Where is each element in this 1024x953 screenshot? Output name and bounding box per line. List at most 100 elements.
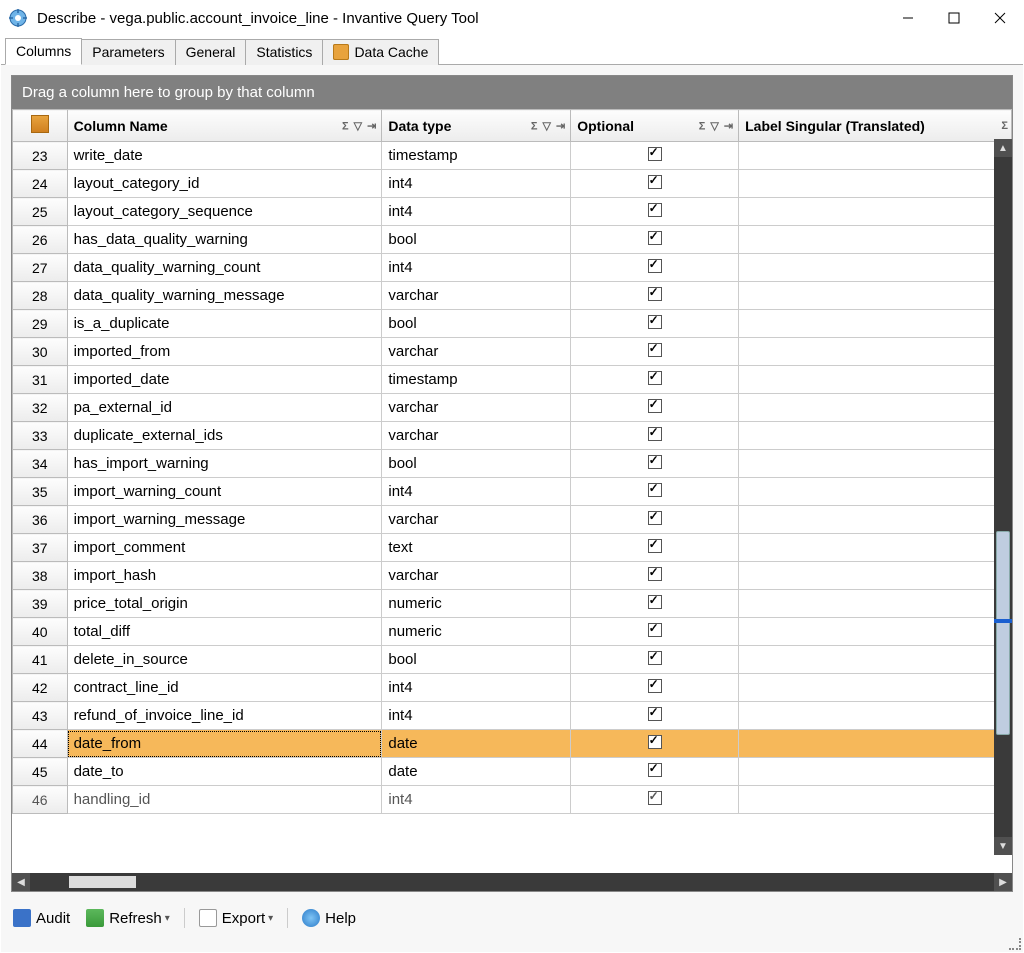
table-row[interactable]: 28data_quality_warning_messagevarchar xyxy=(13,282,1012,310)
cell-label-singular[interactable] xyxy=(739,730,1012,758)
cell-optional[interactable] xyxy=(571,674,739,702)
cell-label-singular[interactable] xyxy=(739,758,1012,786)
row-number[interactable]: 44 xyxy=(13,730,68,758)
row-number[interactable]: 45 xyxy=(13,758,68,786)
cell-data-type[interactable]: varchar xyxy=(382,422,571,450)
audit-button[interactable]: Audit xyxy=(7,907,76,929)
scroll-track[interactable] xyxy=(994,157,1012,837)
row-number[interactable]: 24 xyxy=(13,170,68,198)
cell-column-name[interactable]: layout_category_sequence xyxy=(67,198,382,226)
cell-data-type[interactable]: varchar xyxy=(382,394,571,422)
cell-label-singular[interactable] xyxy=(739,702,1012,730)
row-number[interactable]: 36 xyxy=(13,506,68,534)
help-button[interactable]: Help xyxy=(296,907,362,929)
cell-label-singular[interactable] xyxy=(739,590,1012,618)
optional-checkbox[interactable] xyxy=(648,343,662,357)
cell-optional[interactable] xyxy=(571,730,739,758)
cell-label-singular[interactable] xyxy=(739,478,1012,506)
row-number[interactable]: 46 xyxy=(13,786,68,814)
cell-label-singular[interactable] xyxy=(739,338,1012,366)
cell-data-type[interactable]: timestamp xyxy=(382,366,571,394)
cell-optional[interactable] xyxy=(571,618,739,646)
table-row[interactable]: 45date_todate xyxy=(13,758,1012,786)
cell-column-name[interactable]: imported_from xyxy=(67,338,382,366)
table-row[interactable]: 27data_quality_warning_countint4 xyxy=(13,254,1012,282)
optional-checkbox[interactable] xyxy=(648,791,662,805)
cell-data-type[interactable]: date xyxy=(382,758,571,786)
cell-data-type[interactable]: varchar xyxy=(382,338,571,366)
optional-checkbox[interactable] xyxy=(648,259,662,273)
optional-checkbox[interactable] xyxy=(648,511,662,525)
optional-checkbox[interactable] xyxy=(648,315,662,329)
row-number[interactable]: 29 xyxy=(13,310,68,338)
cell-optional[interactable] xyxy=(571,310,739,338)
cell-column-name[interactable]: contract_line_id xyxy=(67,674,382,702)
table-row[interactable]: 44date_fromdate xyxy=(13,730,1012,758)
cell-data-type[interactable]: int4 xyxy=(382,254,571,282)
table-row[interactable]: 37import_commenttext xyxy=(13,534,1012,562)
cell-column-name[interactable]: pa_external_id xyxy=(67,394,382,422)
header-data-type[interactable]: Data typeΣ ▽ ⇥ xyxy=(382,110,571,142)
cell-optional[interactable] xyxy=(571,562,739,590)
cell-optional[interactable] xyxy=(571,422,739,450)
cell-optional[interactable] xyxy=(571,702,739,730)
cell-data-type[interactable]: int4 xyxy=(382,702,571,730)
tab-parameters[interactable]: Parameters xyxy=(81,39,175,65)
optional-checkbox[interactable] xyxy=(648,539,662,553)
close-button[interactable] xyxy=(977,1,1023,35)
cell-label-singular[interactable] xyxy=(739,282,1012,310)
cell-column-name[interactable]: date_from xyxy=(67,730,382,758)
horizontal-scrollbar[interactable]: ◀ ▶ xyxy=(12,873,1012,891)
optional-checkbox[interactable] xyxy=(648,567,662,581)
row-number[interactable]: 31 xyxy=(13,366,68,394)
cell-optional[interactable] xyxy=(571,478,739,506)
cell-column-name[interactable]: import_comment xyxy=(67,534,382,562)
cell-column-name[interactable]: data_quality_warning_message xyxy=(67,282,382,310)
optional-checkbox[interactable] xyxy=(648,651,662,665)
cell-data-type[interactable]: numeric xyxy=(382,590,571,618)
table-row[interactable]: 34has_import_warningbool xyxy=(13,450,1012,478)
cell-column-name[interactable]: refund_of_invoice_line_id xyxy=(67,702,382,730)
optional-checkbox[interactable] xyxy=(648,231,662,245)
chevron-down-icon[interactable]: ▾ xyxy=(165,913,170,924)
optional-checkbox[interactable] xyxy=(648,679,662,693)
cell-label-singular[interactable] xyxy=(739,254,1012,282)
corner-header[interactable] xyxy=(13,110,68,142)
cell-optional[interactable] xyxy=(571,758,739,786)
cell-data-type[interactable]: varchar xyxy=(382,282,571,310)
table-row[interactable]: 35import_warning_countint4 xyxy=(13,478,1012,506)
optional-checkbox[interactable] xyxy=(648,455,662,469)
table-row[interactable]: 31imported_datetimestamp xyxy=(13,366,1012,394)
cell-column-name[interactable]: handling_id xyxy=(67,786,382,814)
cell-optional[interactable] xyxy=(571,338,739,366)
export-button[interactable]: Export▾ xyxy=(193,907,279,929)
cell-optional[interactable] xyxy=(571,646,739,674)
row-number[interactable]: 35 xyxy=(13,478,68,506)
cell-optional[interactable] xyxy=(571,394,739,422)
scroll-down-arrow[interactable]: ▼ xyxy=(994,837,1012,855)
tab-data-cache[interactable]: Data Cache xyxy=(322,39,439,65)
row-number[interactable]: 37 xyxy=(13,534,68,562)
row-number[interactable]: 39 xyxy=(13,590,68,618)
cell-optional[interactable] xyxy=(571,226,739,254)
table-row[interactable]: 43refund_of_invoice_line_idint4 xyxy=(13,702,1012,730)
cell-column-name[interactable]: import_warning_count xyxy=(67,478,382,506)
cell-optional[interactable] xyxy=(571,198,739,226)
optional-checkbox[interactable] xyxy=(648,147,662,161)
cell-label-singular[interactable] xyxy=(739,674,1012,702)
cell-optional[interactable] xyxy=(571,170,739,198)
row-number[interactable]: 26 xyxy=(13,226,68,254)
cell-data-type[interactable]: varchar xyxy=(382,506,571,534)
cell-label-singular[interactable] xyxy=(739,786,1012,814)
header-column-name[interactable]: Column NameΣ ▽ ⇥ xyxy=(67,110,382,142)
cell-column-name[interactable]: data_quality_warning_count xyxy=(67,254,382,282)
cell-column-name[interactable]: import_hash xyxy=(67,562,382,590)
tab-statistics[interactable]: Statistics xyxy=(245,39,323,65)
minimize-button[interactable] xyxy=(885,1,931,35)
cell-data-type[interactable]: bool xyxy=(382,646,571,674)
cell-data-type[interactable]: int4 xyxy=(382,786,571,814)
cell-label-singular[interactable] xyxy=(739,618,1012,646)
header-optional[interactable]: OptionalΣ ▽ ⇥ xyxy=(571,110,739,142)
tab-columns[interactable]: Columns xyxy=(5,38,82,65)
cell-optional[interactable] xyxy=(571,282,739,310)
